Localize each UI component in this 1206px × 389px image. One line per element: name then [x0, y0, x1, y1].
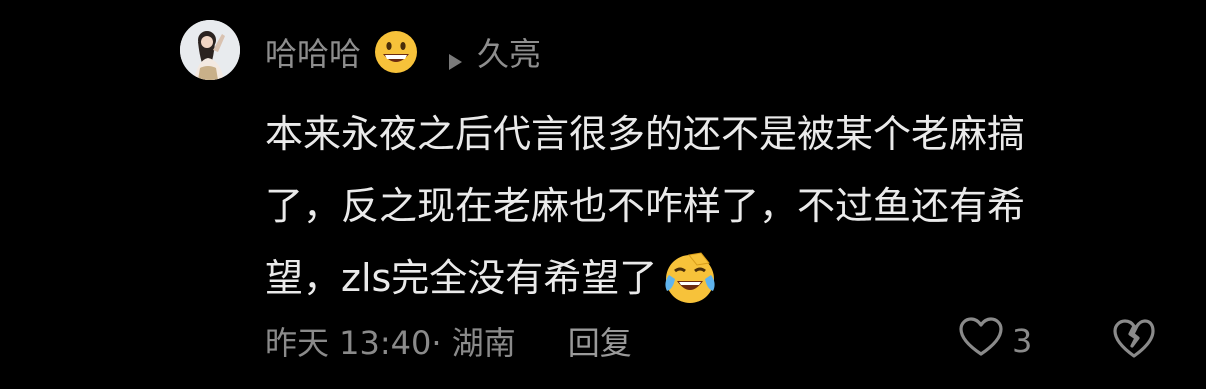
comment-line: 本来永夜之后代言很多的还不是被某个老麻搞: [265, 112, 1026, 156]
comment-text: 本来永夜之后代言很多的还不是被某个老麻搞 了，反之现在老麻也不咋样了，不过鱼还有…: [265, 98, 1165, 314]
comment-location: · 湖南: [431, 324, 516, 362]
comment-line: 了，反之现在老麻也不咋样了，不过鱼还有希: [265, 184, 1026, 228]
avatar-image: [180, 20, 240, 80]
like-count: 3: [1012, 322, 1033, 360]
comment-footer: 昨天 13:40 · 湖南 回复: [265, 318, 632, 364]
avatar[interactable]: [180, 20, 240, 80]
dislike-button[interactable]: [1112, 318, 1156, 362]
heart-outline-icon: [958, 316, 1004, 366]
grinning-face-icon: [373, 29, 419, 75]
username[interactable]: 哈哈哈: [265, 29, 361, 75]
reply-to-username[interactable]: 久亮: [477, 29, 541, 75]
like-button[interactable]: 3: [958, 316, 1033, 366]
comment-line-last: 望，zls完全没有希望了: [265, 242, 1165, 314]
laughing-crying-face-icon: [661, 249, 719, 307]
broken-heart-icon: [1113, 319, 1155, 358]
comment-line-text: 望，zls完全没有希望了: [265, 256, 658, 300]
play-triangle-icon: [445, 42, 465, 70]
reply-button[interactable]: 回复: [568, 318, 632, 364]
comment-time: 昨天 13:40: [265, 324, 432, 362]
comment-header: 哈哈哈 久亮: [265, 28, 541, 76]
